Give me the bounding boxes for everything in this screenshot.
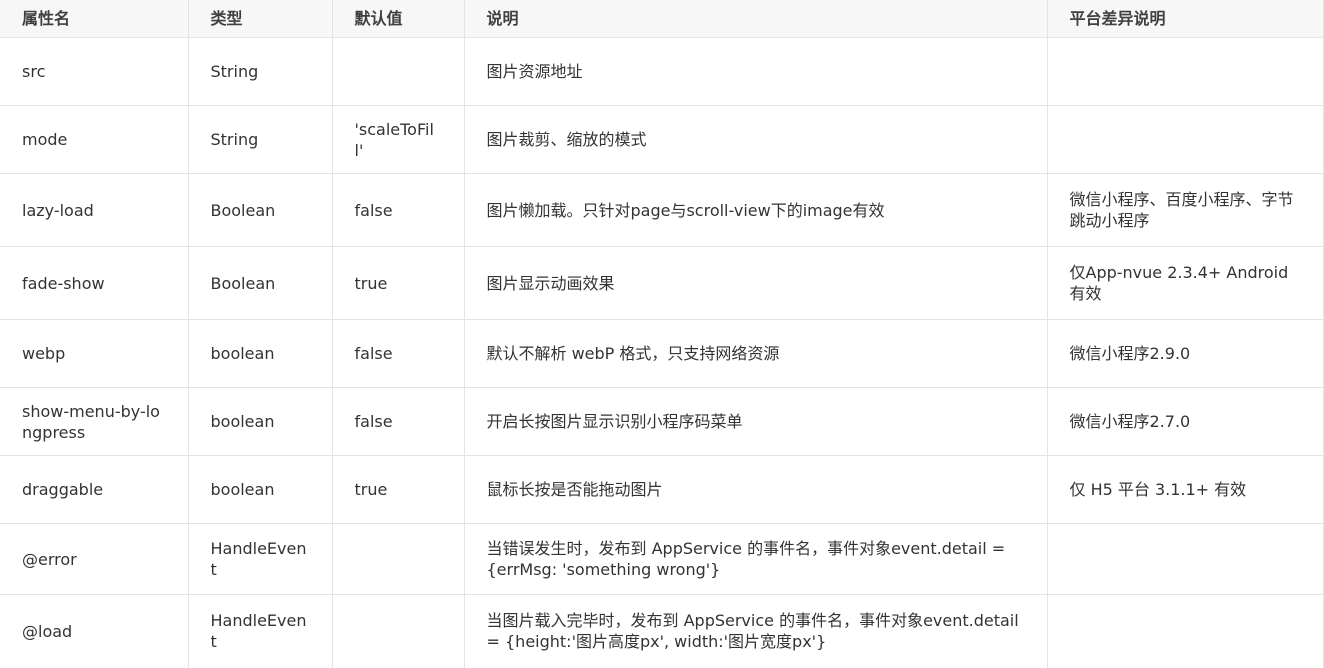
cell-description: 图片资源地址: [463, 37, 1048, 106]
cell-name: lazy-load: [0, 173, 189, 247]
cell-type: String: [187, 105, 333, 174]
cell-name: mode: [0, 105, 189, 174]
cell-description: 鼠标长按是否能拖动图片: [463, 455, 1048, 524]
cell-platform: 微信小程序2.7.0: [1046, 387, 1324, 456]
table-row: webp boolean false 默认不解析 webP 格式，只支持网络资源…: [0, 319, 1324, 388]
table-row: lazy-load Boolean false 图片懒加载。只针对page与sc…: [0, 173, 1324, 247]
table-row: src String 图片资源地址: [0, 37, 1324, 106]
cell-default: true: [331, 455, 465, 524]
cell-name: show-menu-by-longpress: [0, 387, 189, 456]
table-row: @load HandleEvent 当图片载入完毕时，发布到 AppServic…: [0, 594, 1324, 668]
cell-default: false: [331, 387, 465, 456]
cell-name: @load: [0, 594, 189, 668]
cell-default: false: [331, 173, 465, 247]
cell-type: boolean: [187, 387, 333, 456]
table-row: mode String 'scaleToFill' 图片裁剪、缩放的模式: [0, 105, 1324, 174]
cell-default: [331, 523, 465, 595]
cell-platform: [1046, 523, 1324, 595]
cell-type: HandleEvent: [187, 523, 333, 595]
cell-platform: 微信小程序、百度小程序、字节跳动小程序: [1046, 173, 1324, 247]
cell-name: @error: [0, 523, 189, 595]
cell-platform: [1046, 37, 1324, 106]
cell-platform: 微信小程序2.9.0: [1046, 319, 1324, 388]
table-row: fade-show Boolean true 图片显示动画效果 仅App-nvu…: [0, 246, 1324, 320]
table-header-row: 属性名 类型 默认值 说明 平台差异说明: [0, 0, 1324, 38]
header-platform: 平台差异说明: [1046, 0, 1324, 38]
cell-default: [331, 37, 465, 106]
cell-default: true: [331, 246, 465, 320]
header-default: 默认值: [331, 0, 465, 38]
cell-name: src: [0, 37, 189, 106]
header-name: 属性名: [0, 0, 189, 38]
cell-default: false: [331, 319, 465, 388]
cell-type: boolean: [187, 455, 333, 524]
header-description: 说明: [463, 0, 1048, 38]
cell-name: fade-show: [0, 246, 189, 320]
cell-description: 图片显示动画效果: [463, 246, 1048, 320]
cell-type: HandleEvent: [187, 594, 333, 668]
cell-platform: 仅App-nvue 2.3.4+ Android有效: [1046, 246, 1324, 320]
cell-default: 'scaleToFill': [331, 105, 465, 174]
cell-name: webp: [0, 319, 189, 388]
cell-platform: [1046, 594, 1324, 668]
cell-description: 当图片载入完毕时，发布到 AppService 的事件名，事件对象event.d…: [463, 594, 1048, 668]
cell-type: boolean: [187, 319, 333, 388]
cell-name: draggable: [0, 455, 189, 524]
cell-default: [331, 594, 465, 668]
cell-description: 开启长按图片显示识别小程序码菜单: [463, 387, 1048, 456]
cell-platform: [1046, 105, 1324, 174]
cell-type: String: [187, 37, 333, 106]
cell-type: Boolean: [187, 173, 333, 247]
cell-description: 默认不解析 webP 格式，只支持网络资源: [463, 319, 1048, 388]
image-props-table: 属性名 类型 默认值 说明 平台差异说明 src String 图片资源地址 m…: [0, 0, 1324, 668]
cell-type: Boolean: [187, 246, 333, 320]
table-row: show-menu-by-longpress boolean false 开启长…: [0, 387, 1324, 456]
cell-description: 当错误发生时，发布到 AppService 的事件名，事件对象event.det…: [463, 523, 1048, 595]
cell-description: 图片懒加载。只针对page与scroll-view下的image有效: [463, 173, 1048, 247]
cell-description: 图片裁剪、缩放的模式: [463, 105, 1048, 174]
header-type: 类型: [187, 0, 333, 38]
cell-platform: 仅 H5 平台 3.1.1+ 有效: [1046, 455, 1324, 524]
table-row: draggable boolean true 鼠标长按是否能拖动图片 仅 H5 …: [0, 455, 1324, 524]
table-row: @error HandleEvent 当错误发生时，发布到 AppService…: [0, 523, 1324, 595]
